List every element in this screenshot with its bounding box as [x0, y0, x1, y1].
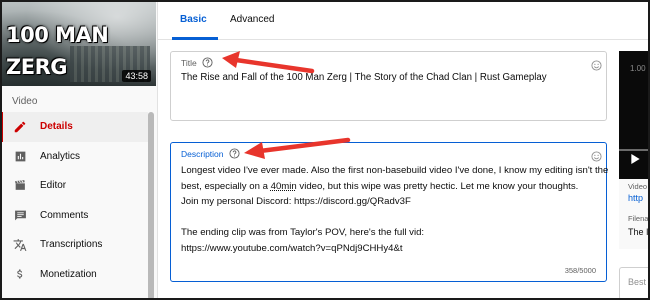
title-field-label-row: Title: [181, 57, 213, 68]
sidebar-nav: Details Analytics Editor Comments Transc…: [0, 112, 148, 289]
translate-icon: [12, 237, 28, 253]
sidebar-item-label: Comments: [40, 209, 89, 221]
sidebar: 100 MAN ZERG 43:58 Video Details Analyti…: [0, 0, 158, 300]
description-field-label-row: Description: [181, 148, 240, 159]
bar-chart-icon: [12, 148, 28, 164]
sidebar-item-transcriptions[interactable]: Transcriptions: [0, 230, 148, 260]
annotation-arrow-description: [244, 137, 351, 159]
description-line: Join my personal Discord: https://discor…: [181, 194, 601, 210]
preview-timestamp: 1.00: [630, 64, 646, 73]
comment-icon: [12, 207, 28, 223]
description-line-text: https://www.youtube.com/watch?v=qPNdj9CH…: [181, 242, 403, 254]
emoji-icon[interactable]: [591, 149, 602, 162]
filename-label: Filena: [628, 214, 649, 223]
sidebar-item-label: Transcriptions: [40, 239, 103, 251]
tab-bar: Basic Advanced: [158, 0, 650, 40]
sidebar-item-label: Editor: [40, 180, 67, 192]
sidebar-item-analytics[interactable]: Analytics: [0, 142, 148, 172]
sidebar-item-comments[interactable]: Comments: [0, 201, 148, 231]
film-clapper-icon: [12, 178, 28, 194]
dollar-icon: [12, 266, 28, 282]
sidebar-item-monetization[interactable]: Monetization: [0, 260, 148, 290]
description-line-text: best, especially on a: [181, 180, 271, 192]
pencil-icon: [12, 119, 28, 135]
right-panel-box[interactable]: Best: [619, 267, 650, 300]
description-label: Description: [181, 148, 224, 159]
video-link-label: Video: [628, 182, 648, 191]
description-line-text: video, but this wipe was pretty hectic. …: [296, 180, 579, 192]
annotation-arrow-title: [222, 51, 315, 74]
character-counter: 358/5000: [564, 266, 596, 275]
video-thumbnail[interactable]: 100 MAN ZERG 43:58: [0, 0, 156, 86]
right-panel-box-text: Best: [628, 277, 647, 287]
tab-basic[interactable]: Basic: [180, 14, 207, 25]
description-line-text: Longest video I've ever made. Also the f…: [181, 165, 609, 176]
filename-value: The I: [628, 227, 649, 237]
sidebar-item-label: Analytics: [40, 150, 81, 162]
description-line-text: The ending clip was from Taylor's POV, h…: [181, 227, 425, 238]
description-line-text: Join my personal Discord: https://discor…: [181, 196, 411, 207]
help-icon[interactable]: [202, 57, 213, 68]
description-text: Longest video I've ever made. Also the f…: [181, 163, 608, 257]
tab-advanced[interactable]: Advanced: [230, 14, 274, 25]
video-preview-player[interactable]: 1.00: [619, 51, 650, 179]
sidebar-item-label: Details: [40, 121, 73, 133]
play-icon[interactable]: [631, 151, 640, 169]
section-label-video: Video: [12, 96, 38, 107]
duration-badge: 43:58: [122, 70, 151, 82]
description-line: The ending clip was from Taylor's POV, h…: [181, 225, 601, 241]
sidebar-item-editor[interactable]: Editor: [0, 171, 148, 201]
description-line: https://www.youtube.com/watch?v=qPNdj9CH…: [181, 241, 601, 257]
description-line: best, especially on a 40min video, but t…: [181, 179, 601, 195]
description-line: Longest video I've ever made. Also the f…: [181, 163, 608, 179]
emoji-icon[interactable]: [591, 58, 602, 71]
video-link[interactable]: http: [628, 193, 643, 203]
sidebar-scrollbar[interactable]: [148, 112, 154, 300]
title-label: Title: [181, 57, 197, 68]
sidebar-item-label: Monetization: [40, 268, 97, 280]
description-field[interactable]: Description Longest video I've ever made…: [170, 142, 608, 282]
sidebar-item-details[interactable]: Details: [0, 112, 148, 142]
description-line: [181, 210, 601, 226]
active-tab-indicator: [172, 37, 218, 40]
spellcheck-underlined-word: 40min: [270, 180, 297, 192]
video-info-panel: Video http Filena The I: [619, 179, 650, 249]
